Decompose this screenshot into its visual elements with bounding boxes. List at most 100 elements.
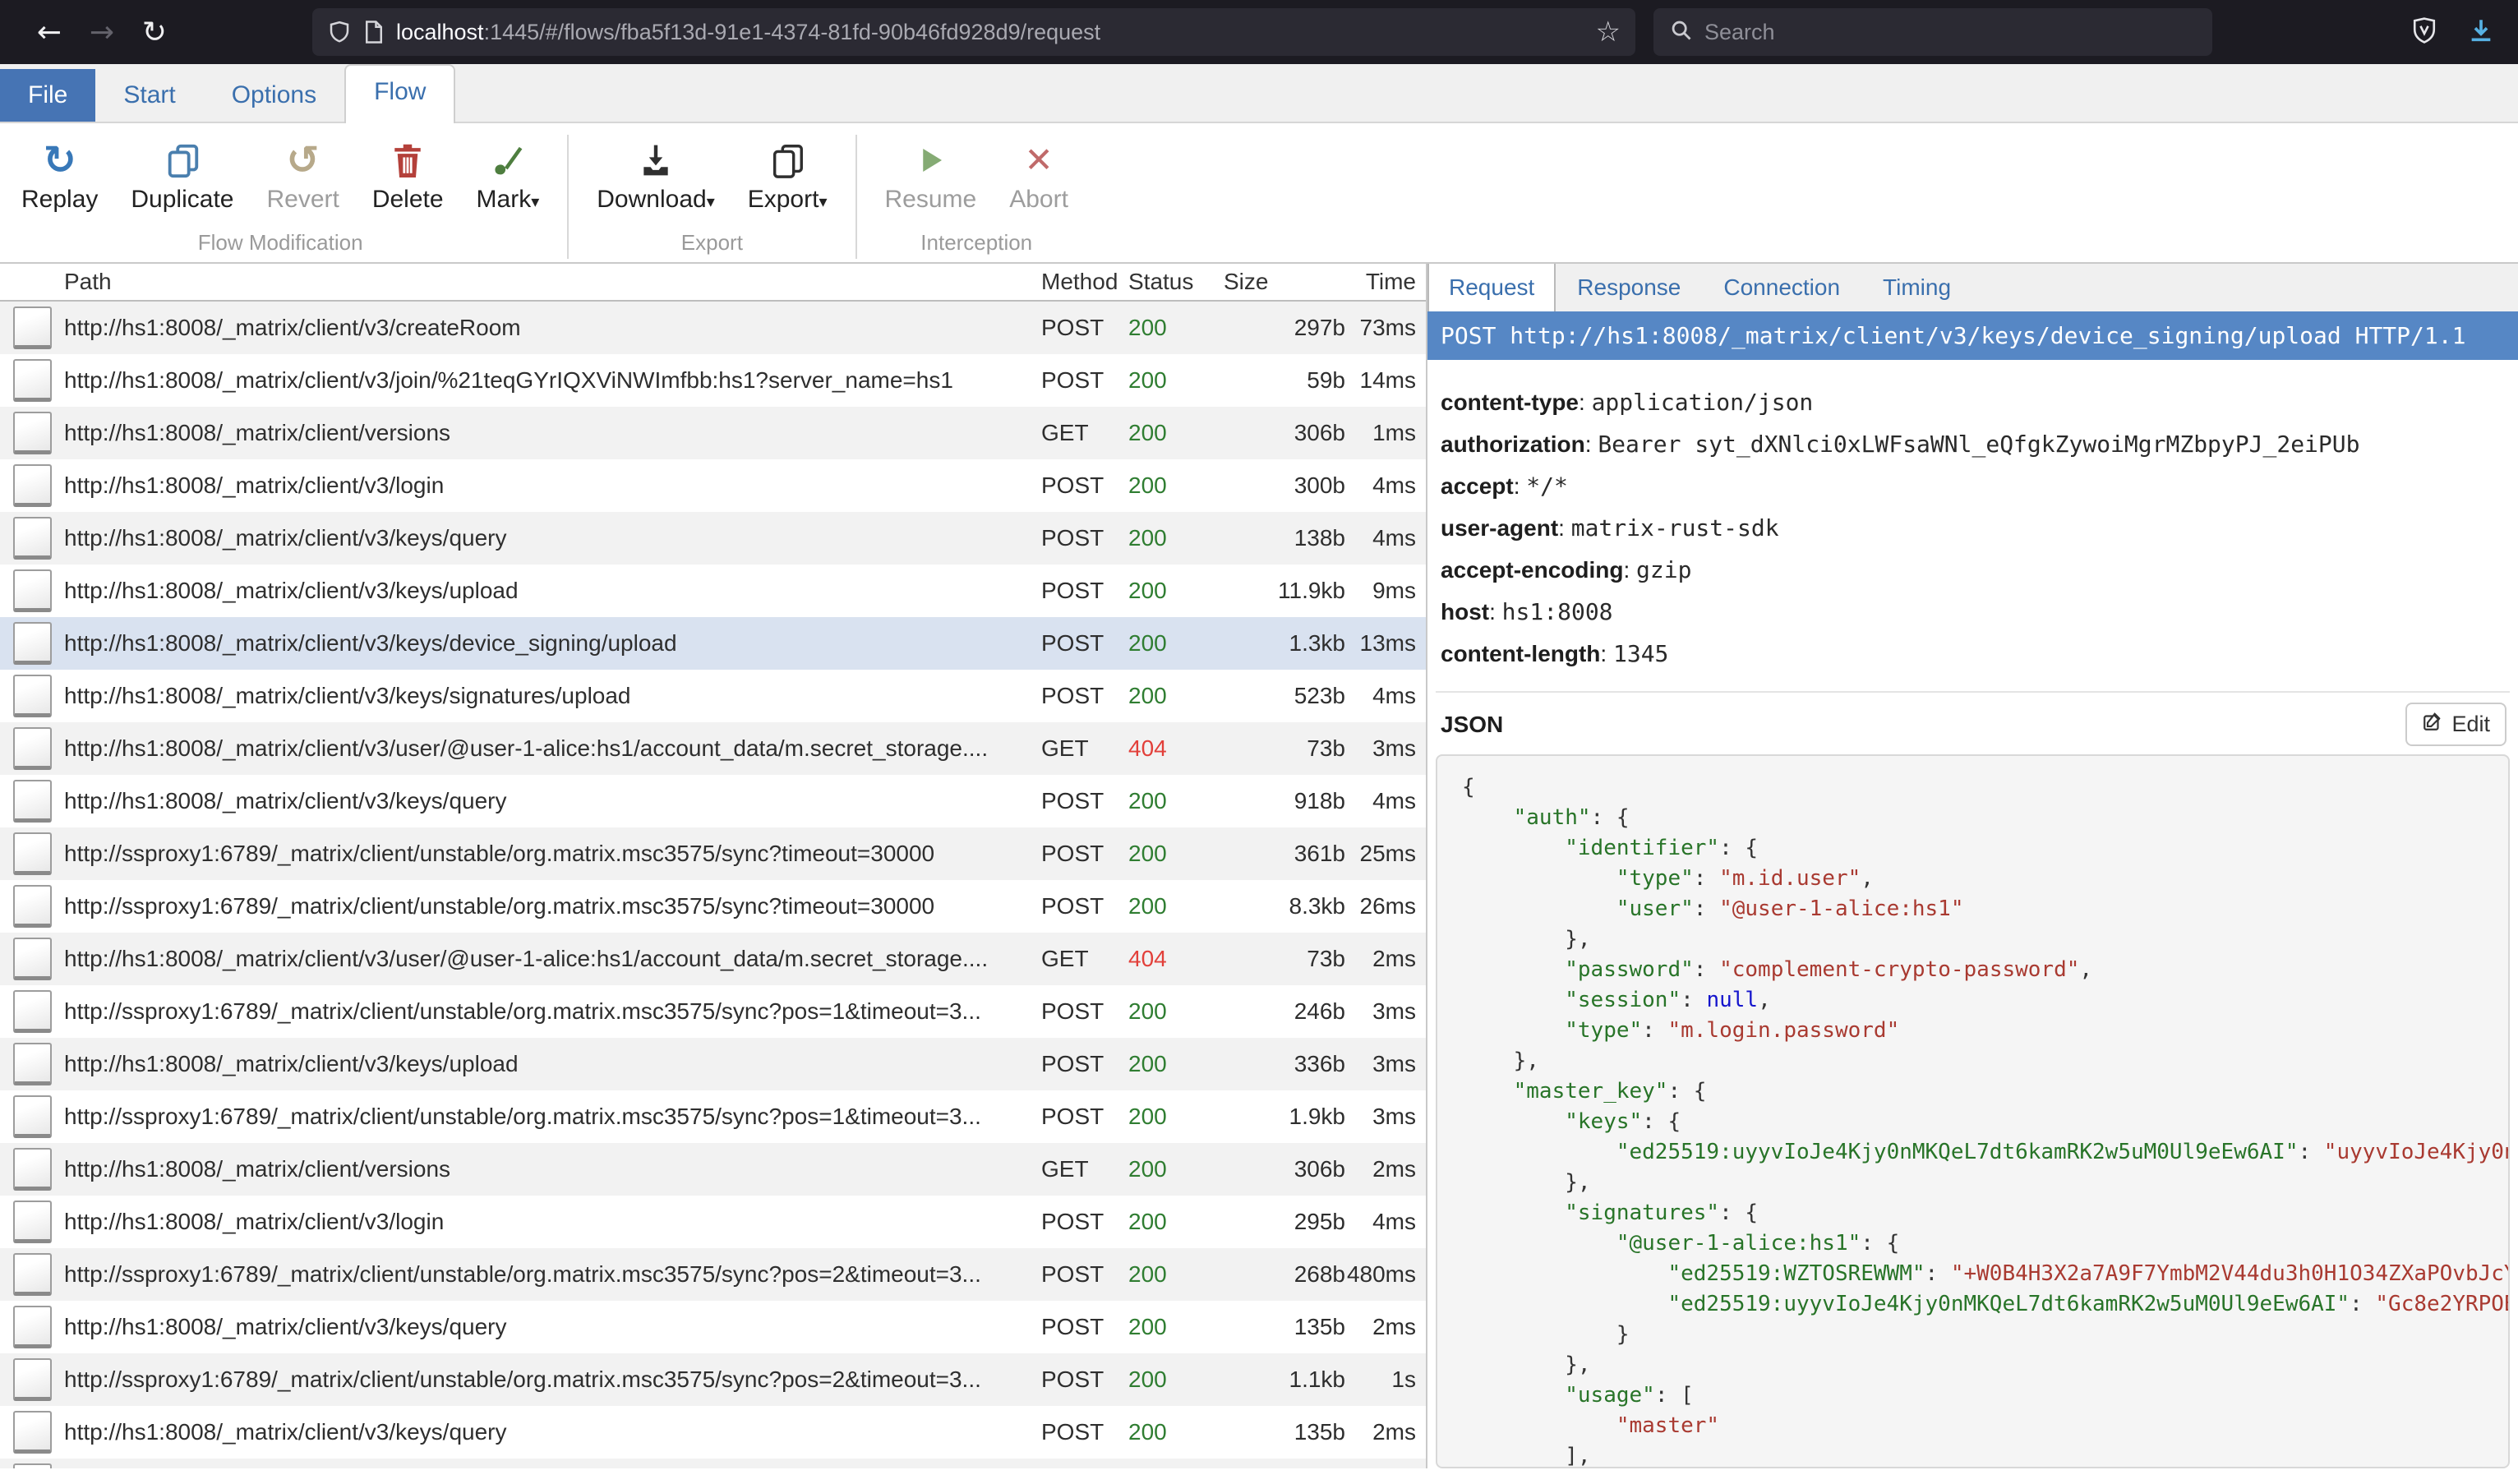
flow-row[interactable]: http://hs1:8008/_matrix/client/v3/keys/q… [0,1406,1426,1459]
flow-marker-box[interactable] [13,569,52,612]
flow-marker-box[interactable] [13,780,52,823]
menu-tab-flow[interactable]: Flow [344,64,455,123]
flow-marker-box[interactable] [13,885,52,928]
flow-marker-cell [0,1463,64,1468]
request-header[interactable]: host: hs1:8008 [1441,591,2505,633]
flow-marker-box[interactable] [13,1148,52,1191]
flow-marker-box[interactable] [13,1043,52,1085]
flow-row[interactable]: http://hs1:8008/_matrix/client/v3/keys/d… [0,617,1426,670]
flow-row[interactable]: http://ssproxy1:6789/_matrix/client/unst… [0,1353,1426,1406]
flow-row[interactable]: http://ssproxy1:6789/_matrix/client/unst… [0,1090,1426,1143]
back-icon[interactable]: ← [23,16,76,49]
column-header-method[interactable]: Method [1041,269,1128,295]
flow-marker-box[interactable] [13,412,52,454]
flow-marker-box[interactable] [13,622,52,665]
edit-button[interactable]: Edit [2405,703,2506,746]
flow-marker-box[interactable] [13,1201,52,1243]
flow-marker-box[interactable] [13,938,52,980]
flow-row[interactable]: http://hs1:8008/_matrix/client/v3/keys/s… [0,670,1426,722]
flow-row[interactable]: http://hs1:8008/_matrix/client/versionsG… [0,1143,1426,1196]
page-info-icon[interactable] [363,20,385,44]
request-header[interactable]: user-agent: matrix-rust-sdk [1441,507,2505,549]
extension-shield-icon[interactable] [2411,16,2437,48]
request-header[interactable]: content-length: 1345 [1441,633,2505,675]
browser-search-bar[interactable]: Search [1653,8,2212,56]
replay-button[interactable]: ↻ Replay [5,131,114,219]
request-header[interactable]: accept: */* [1441,465,2505,507]
flow-row[interactable]: http://hs1:8008/_matrix/client/v3/keys/q… [0,775,1426,827]
forward-icon[interactable]: → [76,16,128,49]
flow-row[interactable]: http://hs1:8008/_matrix/client/v3/loginP… [0,459,1426,512]
menu-tab-options[interactable]: Options [204,69,344,122]
flow-marker-box[interactable] [13,1306,52,1348]
flow-marker-box[interactable] [13,675,52,717]
column-header-size[interactable]: Size [1201,269,1345,295]
column-header-path[interactable]: Path [64,269,1041,295]
flow-row[interactable]: http://hs1:8008/_matrix/client/v3/user/@… [0,722,1426,775]
flow-row[interactable]: http://hs1:8008/_matrix/client/v3/user/@… [0,933,1426,985]
export-button[interactable]: Export▾ [731,131,844,219]
abort-x-icon: ✕ [1024,136,1053,184]
duplicate-button[interactable]: Duplicate [114,131,250,219]
flow-marker-box[interactable] [13,1095,52,1138]
tracking-shield-icon[interactable] [327,20,352,44]
request-header[interactable]: accept-encoding: gzip [1441,549,2505,591]
flow-cell-method: POST [1041,683,1128,709]
flow-marker-box[interactable] [13,1358,52,1401]
download-button[interactable]: Download▾ [580,131,731,219]
json-punct [1462,1201,1565,1225]
flow-row[interactable]: http://ssproxy1:6789/_matrix/client/unst… [0,827,1426,880]
revert-icon: ↺ [287,136,320,184]
flow-marker-box[interactable] [13,464,52,507]
flow-row[interactable]: http://ssproxy1:6789/_matrix/client/unst… [0,985,1426,1038]
flow-row[interactable] [0,1459,1426,1468]
flow-row[interactable]: http://hs1:8008/_matrix/client/v3/create… [0,302,1426,354]
column-header-time[interactable]: Time [1345,269,1426,295]
mark-button[interactable]: Mark▾ [460,131,556,219]
request-first-line[interactable]: POST http://hs1:8008/_matrix/client/v3/k… [1427,311,2518,360]
flow-marker-box[interactable] [13,306,52,349]
flow-marker-box[interactable] [13,1463,52,1468]
request-header[interactable]: authorization: Bearer syt_dXNlci0xLWFsaW… [1441,423,2505,465]
toolbar-separator [567,135,569,259]
address-bar[interactable]: localhost:1445/#/flows/fba5f13d-91e1-437… [312,8,1635,56]
flow-row[interactable]: http://hs1:8008/_matrix/client/v3/keys/q… [0,1301,1426,1353]
revert-button[interactable]: ↺ Revert [250,131,355,219]
column-header-status[interactable]: Status [1128,269,1201,295]
flow-cell-method: POST [1041,1366,1128,1393]
flow-row[interactable]: http://hs1:8008/_matrix/client/v3/keys/q… [0,512,1426,565]
flow-row[interactable]: http://hs1:8008/_matrix/client/v3/join/%… [0,354,1426,407]
flow-cell-time: 4ms [1345,788,1426,814]
tab-timing[interactable]: Timing [1861,264,1972,311]
flow-marker-box[interactable] [13,727,52,770]
flow-row[interactable]: http://ssproxy1:6789/_matrix/client/unst… [0,880,1426,933]
flow-row[interactable]: http://ssproxy1:6789/_matrix/client/unst… [0,1248,1426,1301]
bookmark-star-icon[interactable]: ☆ [1596,16,1621,48]
request-body-json[interactable]: { "auth": { "identifier": { "type": "m.i… [1436,754,2510,1468]
json-string: "m.login.password" [1667,1018,1899,1043]
flow-marker-box[interactable] [13,832,52,875]
flow-row[interactable]: http://hs1:8008/_matrix/client/v3/loginP… [0,1196,1426,1248]
flow-cell-path: http://hs1:8008/_matrix/client/versions [64,1156,1041,1182]
flow-row[interactable]: http://hs1:8008/_matrix/client/versionsG… [0,407,1426,459]
flow-row[interactable]: http://hs1:8008/_matrix/client/v3/keys/u… [0,1038,1426,1090]
menu-tab-start[interactable]: Start [95,69,203,122]
flow-marker-box[interactable] [13,1411,52,1454]
flow-marker-box[interactable] [13,1253,52,1296]
flow-marker-box[interactable] [13,359,52,402]
delete-button[interactable]: Delete [356,131,460,219]
json-line: "@user-1-alice:hs1": { [1462,1228,2508,1259]
tab-request[interactable]: Request [1427,264,1556,311]
flow-marker-box[interactable] [13,990,52,1033]
flow-cell-size: 1.1kb [1201,1366,1345,1393]
flow-marker-box[interactable] [13,517,52,560]
menu-tab-file[interactable]: File [0,69,95,122]
resume-button[interactable]: Resume [869,131,994,219]
reload-icon[interactable]: ↻ [128,16,181,49]
tab-response[interactable]: Response [1556,264,1702,311]
downloads-icon[interactable] [2467,16,2495,48]
abort-button[interactable]: ✕ Abort [993,131,1085,219]
request-header[interactable]: content-type: application/json [1441,381,2505,423]
flow-row[interactable]: http://hs1:8008/_matrix/client/v3/keys/u… [0,565,1426,617]
tab-connection[interactable]: Connection [1702,264,1861,311]
